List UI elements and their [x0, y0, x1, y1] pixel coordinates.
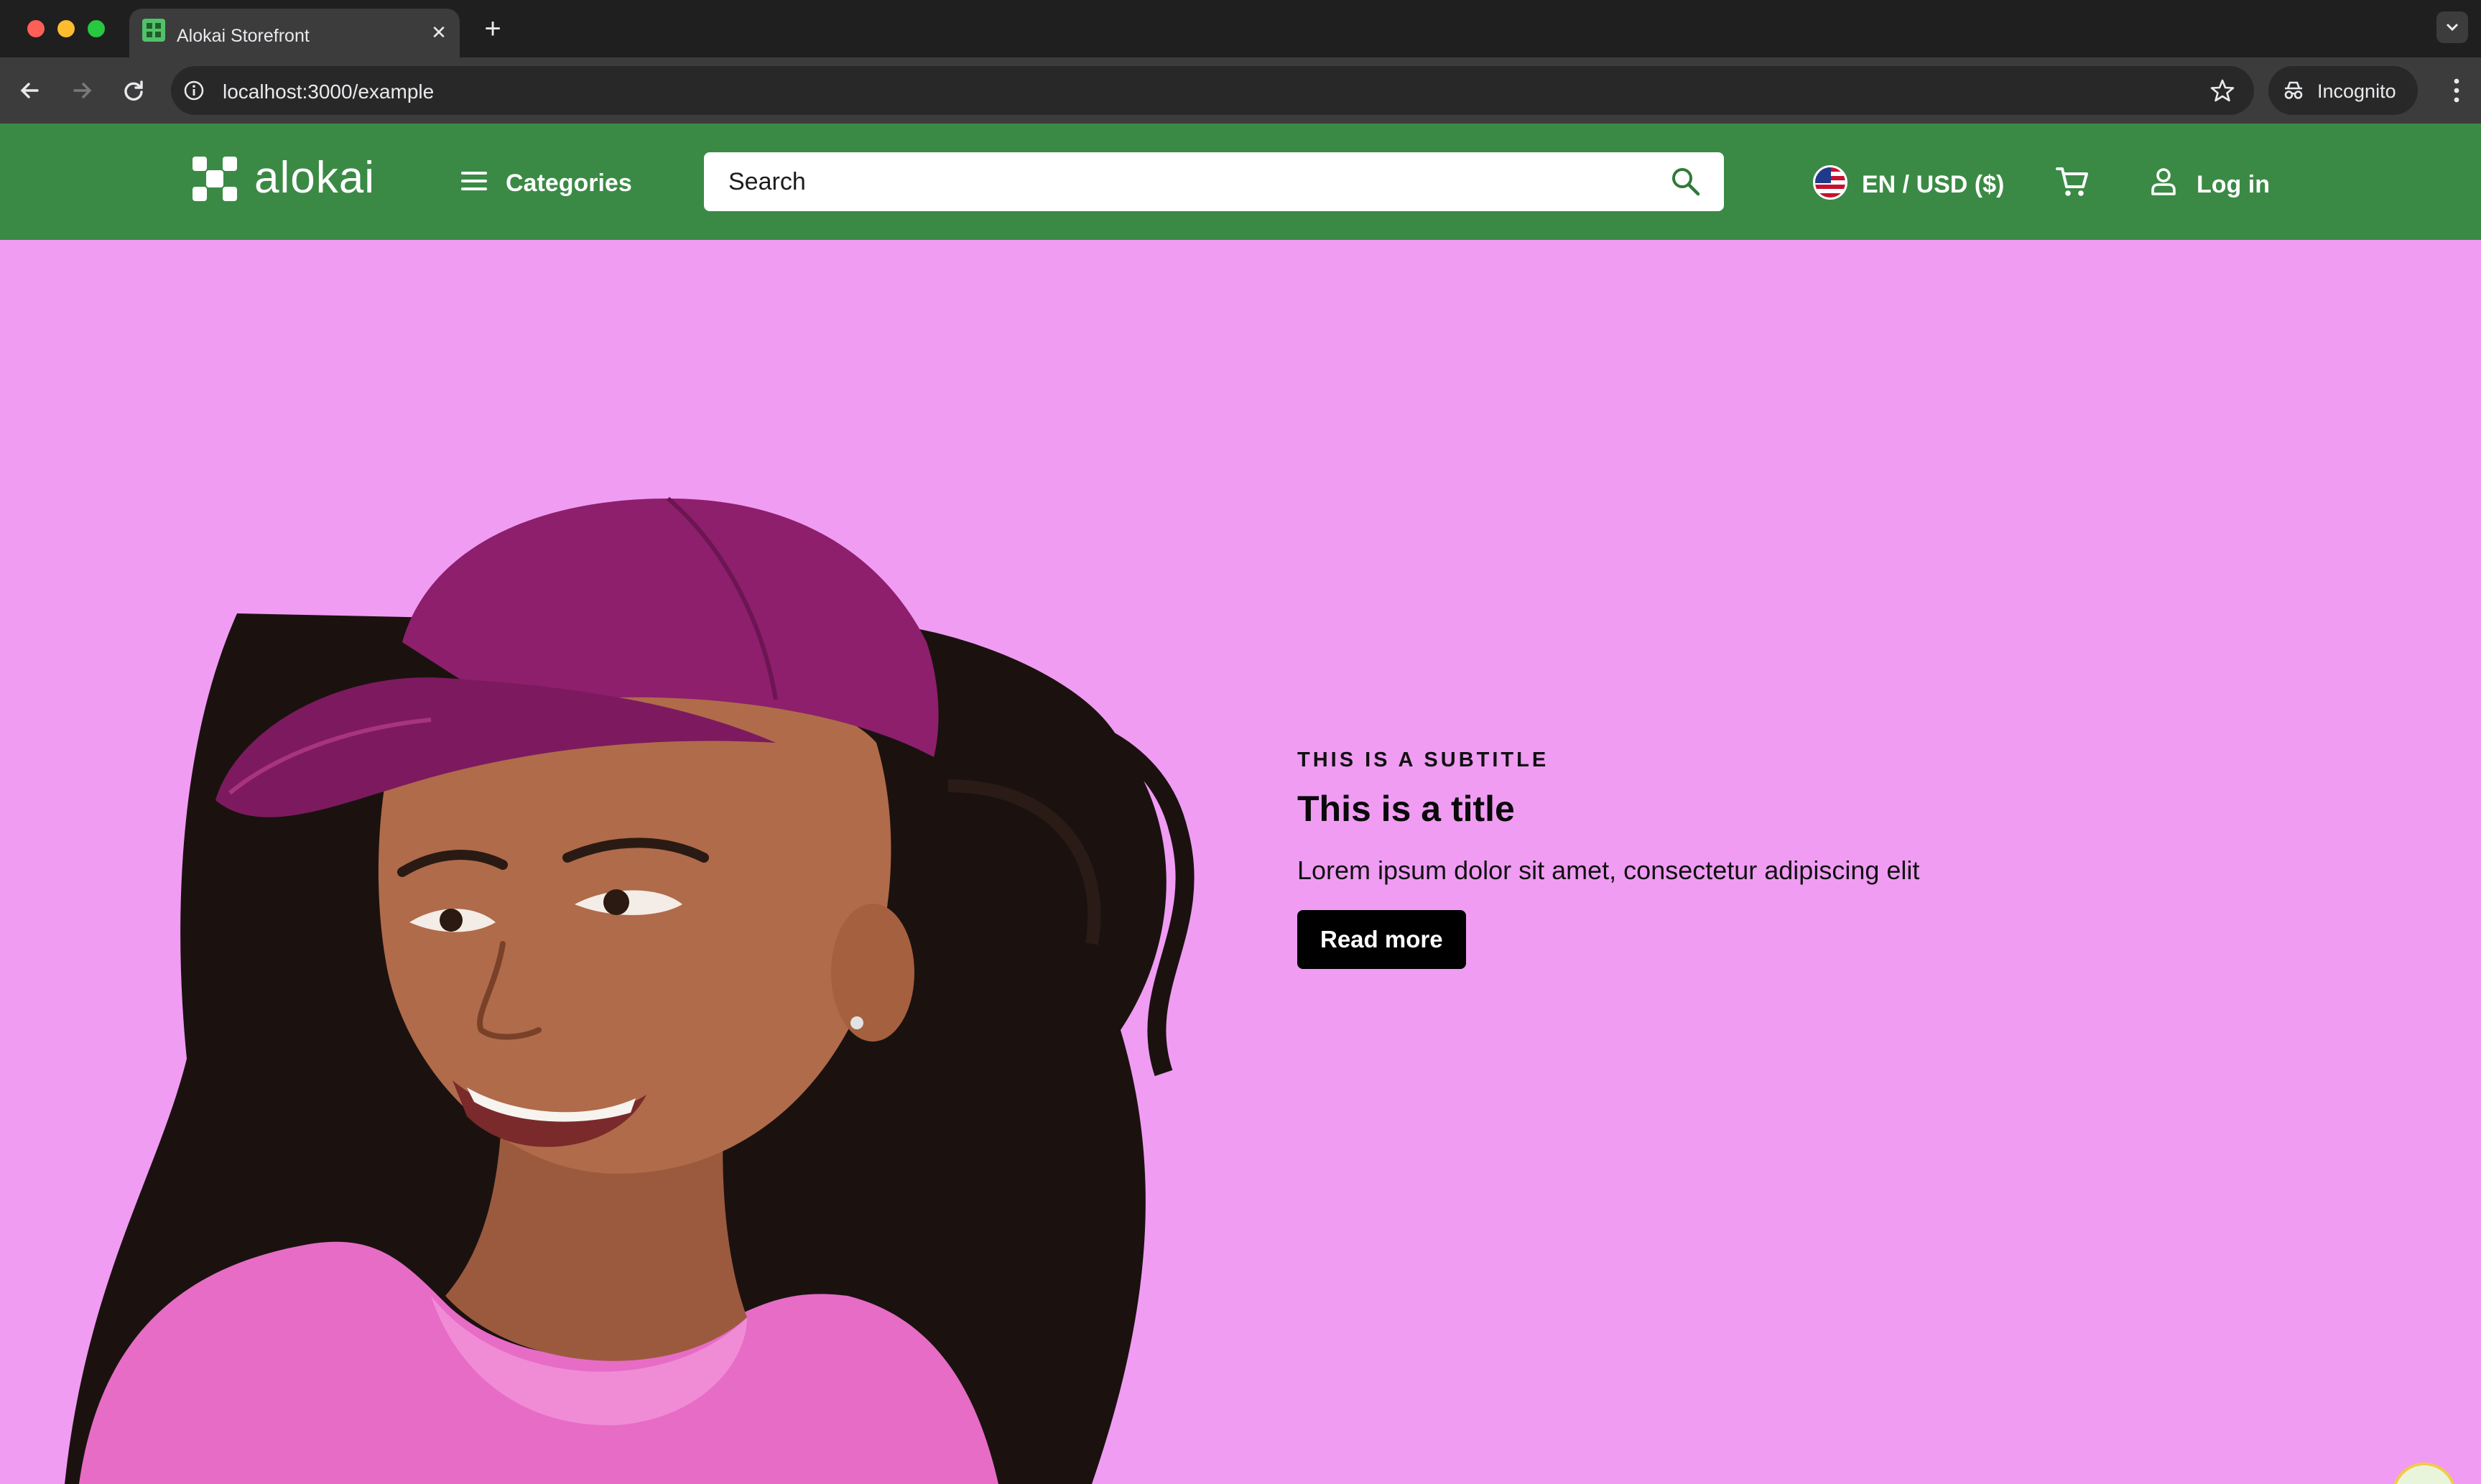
- login-label: Log in: [2197, 171, 2270, 198]
- bookmark-star-icon[interactable]: [2209, 78, 2235, 103]
- forward-arrow-icon[interactable]: [66, 75, 98, 106]
- floating-widget-icon[interactable]: [2392, 1462, 2457, 1484]
- window-maximize-button[interactable]: [88, 20, 105, 37]
- categories-label: Categories: [506, 170, 632, 197]
- url-text: localhost:3000/example: [223, 80, 435, 103]
- reload-icon[interactable]: [118, 75, 149, 106]
- cart-icon[interactable]: [2054, 164, 2090, 200]
- site-header: alokai Categories EN / USD ($): [0, 124, 2481, 240]
- logo-text: alokai: [254, 153, 375, 203]
- alokai-favicon-icon: [142, 19, 165, 42]
- tab-title: Alokai Storefront: [177, 26, 310, 46]
- hero-description: Lorem ipsum dolor sit amet, consectetur …: [1297, 855, 1920, 885]
- us-flag-icon: [1813, 165, 1847, 200]
- search-icon[interactable]: [1669, 165, 1702, 198]
- search-bar: [704, 152, 1724, 211]
- hero-image: [65, 496, 1195, 1484]
- incognito-icon: [2284, 81, 2303, 99]
- browser-tab-bar: Alokai Storefront ✕ +: [0, 0, 2481, 57]
- hero-title: This is a title: [1297, 789, 1515, 829]
- storefront-page: alokai Categories EN / USD ($): [0, 124, 2481, 1484]
- hero-content: THIS IS A SUBTITLE This is a title Lorem…: [1297, 748, 2159, 969]
- back-arrow-icon[interactable]: [14, 75, 46, 106]
- alokai-logo-mark-icon: [193, 157, 237, 201]
- incognito-profile-button[interactable]: Incognito: [2268, 66, 2418, 115]
- locale-label: EN / USD ($): [1862, 171, 2005, 198]
- tab-search-menu-button[interactable]: [2436, 11, 2468, 43]
- profile-label: Incognito: [2317, 80, 2396, 102]
- address-bar[interactable]: localhost:3000/example: [171, 66, 2254, 115]
- chevron-down-icon: [2446, 23, 2459, 32]
- new-tab-icon[interactable]: +: [478, 14, 507, 43]
- site-info-icon[interactable]: [182, 79, 205, 102]
- hamburger-menu-icon: [461, 172, 487, 190]
- user-icon: [2151, 168, 2176, 195]
- browser-menu-kebab-icon[interactable]: [2442, 75, 2471, 106]
- hero-subtitle: THIS IS A SUBTITLE: [1297, 748, 1549, 771]
- window-minimize-button[interactable]: [57, 20, 75, 37]
- read-more-button[interactable]: Read more: [1297, 910, 1466, 969]
- search-input[interactable]: [704, 152, 1724, 211]
- browser-toolbar: localhost:3000/example Incognito: [0, 57, 2481, 124]
- window-close-button[interactable]: [27, 20, 45, 37]
- tab-close-icon[interactable]: ✕: [428, 22, 450, 43]
- browser-tab-active[interactable]: Alokai Storefront ✕: [129, 9, 460, 57]
